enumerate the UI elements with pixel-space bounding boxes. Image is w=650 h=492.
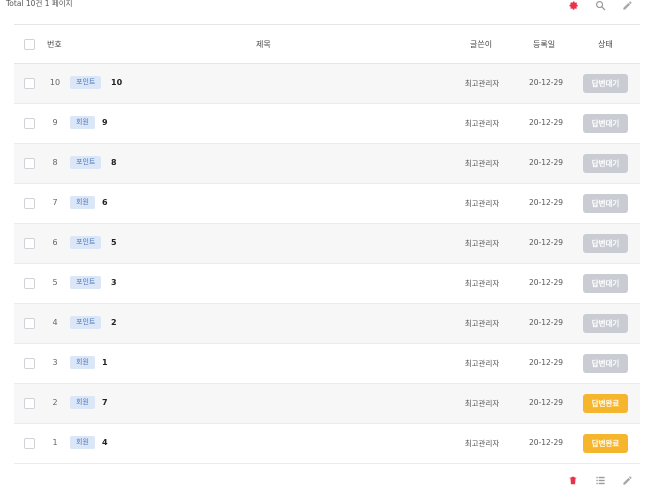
category-badge: 포인트	[70, 76, 102, 89]
post-title-link[interactable]: 10	[111, 76, 122, 89]
status-badge[interactable]: 답변완료	[583, 434, 628, 453]
category-badge: 포인트	[70, 236, 102, 249]
row-number: 10	[49, 78, 61, 87]
row-writer: 최고관리자	[464, 79, 500, 88]
bottom-toolbar	[566, 473, 634, 487]
row-writer: 최고관리자	[464, 319, 500, 328]
search-icon[interactable]	[593, 0, 607, 12]
row-date: 20-12-29	[528, 78, 564, 87]
row-date: 20-12-29	[528, 398, 564, 407]
row-number: 2	[52, 398, 58, 407]
row-date: 20-12-29	[528, 118, 564, 127]
column-header-number: 번호	[47, 40, 62, 49]
post-title-link[interactable]: 5	[111, 236, 117, 249]
row-checkbox[interactable]	[24, 358, 35, 369]
row-date: 20-12-29	[528, 198, 564, 207]
category-badge: 회원	[70, 396, 95, 409]
row-writer: 최고관리자	[464, 119, 500, 128]
post-title-link[interactable]: 2	[111, 316, 117, 329]
post-title-link[interactable]: 4	[102, 436, 108, 449]
table-row[interactable]: 4 포인트 2 최고관리자 20-12-29 답변대기	[14, 304, 640, 344]
table-row[interactable]: 6 포인트 5 최고관리자 20-12-29 답변대기	[14, 224, 640, 264]
gear-icon[interactable]	[566, 0, 580, 12]
board-topbar: Total 10건 1 페이지	[0, 0, 650, 14]
trash-icon[interactable]	[566, 473, 580, 487]
row-date: 20-12-29	[528, 318, 564, 327]
status-badge[interactable]: 답변대기	[583, 234, 628, 253]
table-row[interactable]: 8 포인트 8 최고관리자 20-12-29 답변대기	[14, 144, 640, 184]
row-writer: 최고관리자	[464, 199, 500, 208]
row-writer: 최고관리자	[464, 159, 500, 168]
board-table: 번호 제목 글쓴이 등록일 상태 10 포인트 10 최고관리자 20-12-29 답변대…	[14, 24, 640, 464]
row-writer: 최고관리자	[464, 359, 500, 368]
post-title-link[interactable]: 6	[102, 196, 108, 209]
row-number: 4	[52, 318, 58, 327]
row-date: 20-12-29	[528, 438, 564, 447]
status-badge[interactable]: 답변대기	[583, 274, 628, 293]
row-writer: 최고관리자	[464, 279, 500, 288]
table-row[interactable]: 10 포인트 10 최고관리자 20-12-29 답변대기	[14, 64, 640, 104]
row-number: 3	[52, 358, 58, 367]
row-checkbox[interactable]	[24, 118, 35, 129]
pencil-icon[interactable]	[620, 0, 634, 12]
category-badge: 포인트	[70, 316, 102, 329]
row-checkbox[interactable]	[24, 278, 35, 289]
row-checkbox[interactable]	[24, 438, 35, 449]
status-badge[interactable]: 답변대기	[583, 354, 628, 373]
board-toolbar	[566, 0, 634, 12]
row-date: 20-12-29	[528, 238, 564, 247]
category-badge: 포인트	[70, 276, 102, 289]
table-row[interactable]: 1 회원 4 최고관리자 20-12-29 답변완료	[14, 424, 640, 464]
table-row[interactable]: 7 회원 6 최고관리자 20-12-29 답변대기	[14, 184, 640, 224]
status-badge[interactable]: 답변대기	[583, 154, 628, 173]
post-title-link[interactable]: 7	[102, 396, 108, 409]
table-row[interactable]: 9 회원 9 최고관리자 20-12-29 답변대기	[14, 104, 640, 144]
row-writer: 최고관리자	[464, 239, 500, 248]
status-badge[interactable]: 답변완료	[583, 394, 628, 413]
table-row[interactable]: 3 회원 1 최고관리자 20-12-29 답변대기	[14, 344, 640, 384]
post-title-link[interactable]: 3	[111, 276, 117, 289]
category-badge: 회원	[70, 116, 95, 129]
table-row[interactable]: 2 회원 7 최고관리자 20-12-29 답변완료	[14, 384, 640, 424]
status-badge[interactable]: 답변대기	[583, 194, 628, 213]
row-checkbox[interactable]	[24, 158, 35, 169]
post-title-link[interactable]: 1	[102, 356, 108, 369]
status-badge[interactable]: 답변대기	[583, 74, 628, 93]
table-header: 번호 제목 글쓴이 등록일 상태	[14, 24, 640, 64]
row-number: 6	[52, 238, 58, 247]
post-title-link[interactable]: 8	[111, 156, 117, 169]
row-checkbox[interactable]	[24, 398, 35, 409]
row-checkbox[interactable]	[24, 238, 35, 249]
total-count: Total 10건 1 페이지	[6, 0, 73, 8]
column-header-date: 등록일	[533, 40, 556, 49]
row-number: 7	[52, 198, 58, 207]
category-badge: 회원	[70, 436, 95, 449]
status-badge[interactable]: 답변대기	[583, 114, 628, 133]
row-number: 5	[52, 278, 58, 287]
category-badge: 회원	[70, 356, 95, 369]
row-date: 20-12-29	[528, 278, 564, 287]
column-header-writer: 글쓴이	[470, 40, 493, 49]
row-checkbox[interactable]	[24, 198, 35, 209]
select-all-checkbox[interactable]	[24, 39, 35, 50]
row-number: 1	[52, 438, 58, 447]
row-number: 8	[52, 158, 58, 167]
table-body: 10 포인트 10 최고관리자 20-12-29 답변대기 9 회원 9 최고관리자 20-12-2…	[14, 64, 640, 464]
column-header-title: 제목	[256, 40, 271, 49]
row-number: 9	[52, 118, 58, 127]
row-writer: 최고관리자	[464, 439, 500, 448]
column-header-status: 상태	[598, 40, 613, 49]
category-badge: 회원	[70, 196, 95, 209]
row-date: 20-12-29	[528, 358, 564, 367]
status-badge[interactable]: 답변대기	[583, 314, 628, 333]
row-writer: 최고관리자	[464, 399, 500, 408]
table-row[interactable]: 5 포인트 3 최고관리자 20-12-29 답변대기	[14, 264, 640, 304]
category-badge: 포인트	[70, 156, 102, 169]
pencil-icon[interactable]	[620, 473, 634, 487]
list-icon[interactable]	[593, 473, 607, 487]
row-checkbox[interactable]	[24, 78, 35, 89]
row-date: 20-12-29	[528, 158, 564, 167]
row-checkbox[interactable]	[24, 318, 35, 329]
post-title-link[interactable]: 9	[102, 116, 108, 129]
